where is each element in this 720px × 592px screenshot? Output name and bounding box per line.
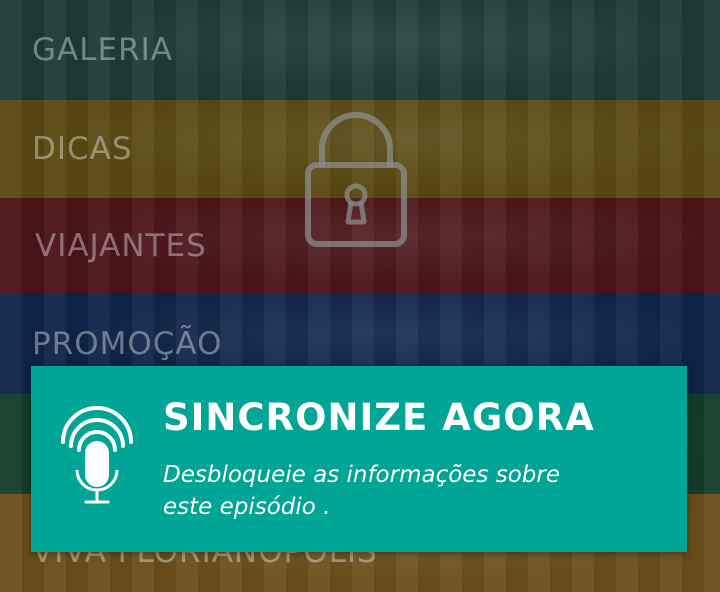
menu-item-label: VIAJANTES [35, 228, 207, 264]
menu-item-label: DICAS [32, 131, 133, 167]
sync-now-card[interactable]: SINCRONIZE AGORA Desbloqueie as informaç… [31, 366, 687, 552]
card-subtitle-line: Desbloqueie as informações sobre [163, 462, 560, 488]
menu-item-label: PROMOÇÃO [32, 326, 223, 362]
microphone-broadcast-icon [61, 406, 133, 504]
menu-item-galeria[interactable]: GALERIA [0, 0, 720, 100]
card-subtitle-line: este episódio . [163, 494, 331, 520]
menu-item-label: GALERIA [32, 32, 173, 68]
card-subtitle: Desbloqueie as informações sobre este ep… [163, 459, 633, 523]
lock-icon [305, 112, 407, 247]
card-title: SINCRONIZE AGORA [163, 396, 595, 439]
